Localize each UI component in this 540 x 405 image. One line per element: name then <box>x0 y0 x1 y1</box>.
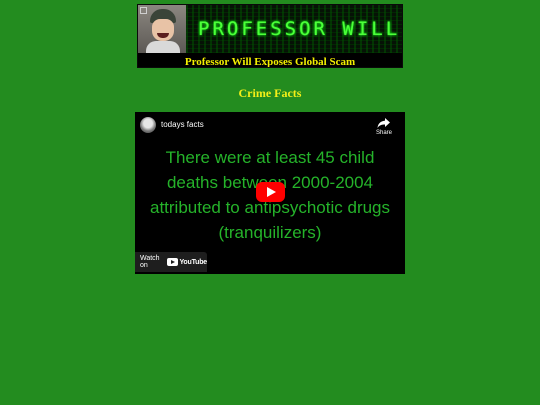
youtube-video-embed[interactable]: todays facts Share There were at least 4… <box>135 112 405 274</box>
youtube-play-mark-icon <box>167 258 179 266</box>
youtube-logo-icon: YouTube <box>167 258 207 266</box>
section-heading: Crime Facts <box>238 86 302 100</box>
share-arrow-icon <box>377 118 390 128</box>
share-button[interactable]: Share <box>373 117 395 136</box>
youtube-wordmark: YouTube <box>179 258 207 266</box>
channel-avatar[interactable] <box>140 117 156 133</box>
share-label: Share <box>375 130 392 136</box>
channel-name[interactable]: todays facts <box>161 120 204 129</box>
site-banner: PROFESSOR WILL Professor Will Exposes Gl… <box>137 4 403 68</box>
play-button[interactable] <box>256 182 285 202</box>
professor-avatar <box>138 5 186 53</box>
watch-on-youtube-link[interactable]: Watch on YouTube <box>135 252 207 272</box>
banner-subtitle: Professor Will Exposes Global Scam <box>184 56 356 68</box>
watch-on-label: Watch on <box>140 255 160 269</box>
banner-subtitle-bar: Professor Will Exposes Global Scam <box>138 53 402 68</box>
play-icon <box>267 187 276 197</box>
banner-title: PROFESSOR WILL <box>198 18 401 40</box>
